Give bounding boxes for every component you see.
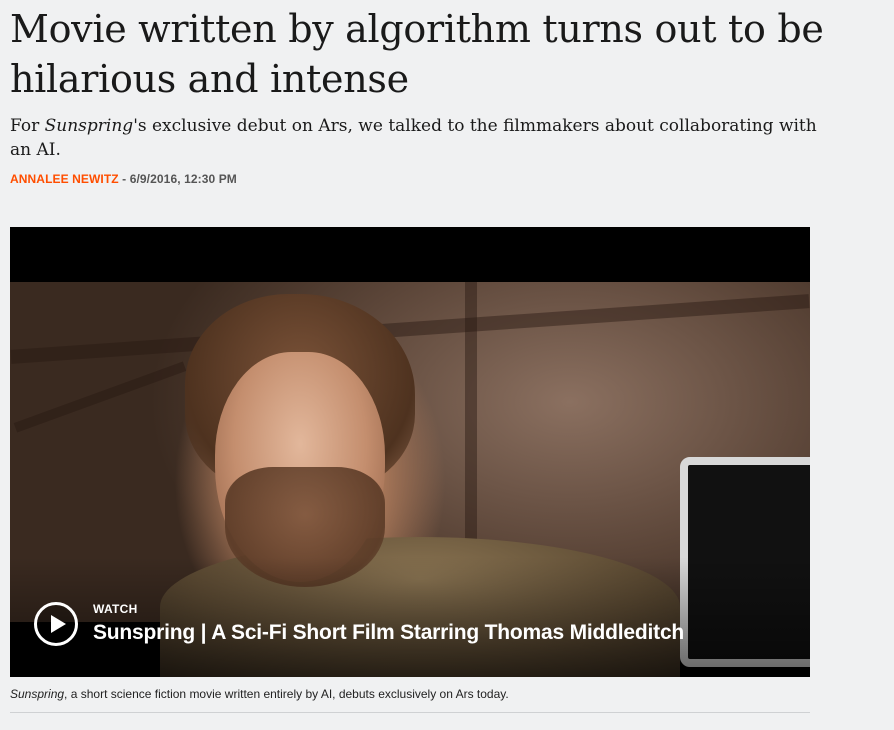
caption-text: , a short science fiction movie written … <box>64 687 509 701</box>
author-link[interactable]: ANNALEE NEWITZ <box>10 172 119 186</box>
caption-film-title: Sunspring <box>10 687 65 701</box>
article-headline: Movie written by algorithm turns out to … <box>10 7 824 101</box>
background-beam <box>13 361 187 433</box>
video-title[interactable]: Sunspring | A Sci-Fi Short Film Starring… <box>93 621 684 645</box>
publish-date: 6/9/2016, 12:30 PM <box>129 172 237 186</box>
byline: ANNALEE NEWITZ - 6/9/2016, 12:30 PM <box>10 172 237 186</box>
byline-separator: - <box>118 172 130 186</box>
dek-film-title: Sunspring <box>44 116 134 136</box>
video-caption: Sunspring, a short science fiction movie… <box>10 687 810 701</box>
dek-prefix: For <box>10 116 45 136</box>
play-icon <box>51 615 66 633</box>
play-button[interactable] <box>34 602 78 646</box>
watch-label: WATCH <box>93 602 138 616</box>
video-player[interactable]: WATCH Sunspring | A Sci-Fi Short Film St… <box>10 227 810 677</box>
article-dek: For Sunspring's exclusive debut on Ars, … <box>10 114 820 162</box>
divider <box>10 712 810 713</box>
title-gradient <box>10 557 810 677</box>
ceiling-beam <box>10 294 810 364</box>
